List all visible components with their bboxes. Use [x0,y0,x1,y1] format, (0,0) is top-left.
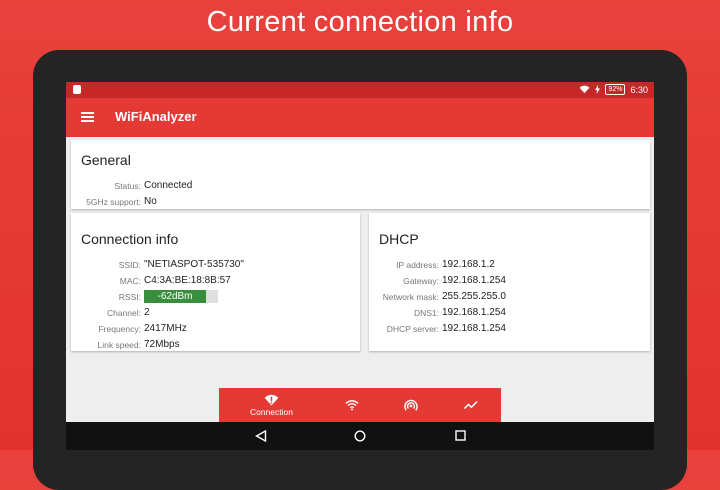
nav-graph[interactable] [456,388,486,422]
dhcp-title: DHCP [379,231,419,247]
channel-label: Channel: [106,308,141,318]
battery-indicator: 92% [605,84,626,95]
general-title: General [81,152,131,168]
nav-access-points[interactable] [396,388,426,422]
hamburger-menu-icon[interactable] [81,112,94,122]
nav-channels[interactable] [337,388,367,422]
app-bar: WiFiAnalyzer [66,98,654,137]
bottom-navigation: Connection [219,388,501,422]
channel-value: 2 [144,307,150,318]
ip-address-label: IP address: [396,260,439,270]
promo-headline: Current connection info [206,6,514,38]
general-card: General Status: Connected 5GHz support: … [71,140,650,209]
status-bar: 92% 6:30 [66,82,654,98]
mac-row: MAC: C4:3A:BE:18:8B:57 [71,275,360,289]
general-status-row: Status: Connected [71,180,650,194]
system-navigation-bar [66,422,654,450]
graph-icon [464,400,478,410]
network-mask-value: 255.255.255.0 [442,291,506,302]
notification-icon [73,85,81,94]
dhcp-server-row: DHCP server: 192.168.1.254 [369,323,650,337]
connection-info-card: Connection info SSID: "NETIASPOT-535730"… [71,213,360,351]
dns1-label: DNS1: [413,308,439,318]
access-point-icon [404,399,418,411]
dns1-row: DNS1: 192.168.1.254 [369,307,650,321]
channel-row: Channel: 2 [71,307,360,321]
dhcp-server-value: 192.168.1.254 [442,323,506,334]
rssi-value: -62dBm [157,291,193,302]
ssid-value: "NETIASPOT-535730" [144,259,244,270]
frequency-row: Frequency: 2417MHz [71,323,360,337]
rssi-row: RSSI: -62dBm [71,290,360,305]
charging-icon [595,85,601,94]
ip-address-row: IP address: 192.168.1.2 [369,259,650,273]
network-mask-row: Network mask: 255.255.255.0 [369,291,650,305]
clock: 6:30 [630,84,648,95]
connection-info-title: Connection info [81,231,179,247]
network-mask-label: Network mask: [382,292,439,302]
status-value: Connected [144,180,193,191]
dhcp-card: DHCP IP address: 192.168.1.2 Gateway: 19… [369,213,650,351]
nav-connection[interactable]: Connection [229,388,314,422]
device-screen: 92% 6:30 WiFiAnalyzer General Status: Co… [66,82,654,422]
dhcp-server-label: DHCP server: [386,324,439,334]
nav-connection-label: Connection [249,407,293,417]
back-icon[interactable] [255,430,267,442]
link-speed-label: Link speed: [97,340,141,350]
ip-address-value: 192.168.1.2 [442,259,495,270]
frequency-label: Frequency: [98,324,141,334]
5ghz-value: No [144,196,157,207]
app-title: WiFiAnalyzer [115,109,197,124]
mac-label: MAC: [119,276,141,286]
recents-icon[interactable] [455,430,466,441]
status-label: Status: [114,181,141,191]
gateway-value: 192.168.1.254 [442,275,506,286]
wifi-info-icon [264,394,279,406]
5ghz-label: 5GHz support: [86,197,141,207]
mac-value: C4:3A:BE:18:8B:57 [144,275,231,286]
dns1-value: 192.168.1.254 [442,307,506,318]
link-speed-value: 72Mbps [144,339,180,350]
ssid-row: SSID: "NETIASPOT-535730" [71,259,360,273]
gateway-label: Gateway: [403,276,439,286]
link-speed-row: Link speed: 72Mbps [71,339,360,353]
rssi-label: RSSI: [118,292,141,302]
wifi-icon [345,400,359,411]
wifi-status-icon [580,85,590,94]
home-icon[interactable] [354,430,366,442]
gateway-row: Gateway: 192.168.1.254 [369,275,650,289]
rssi-signal-bar: -62dBm [144,290,218,303]
frequency-value: 2417MHz [144,323,187,334]
ssid-label: SSID: [118,260,141,270]
general-5ghz-row: 5GHz support: No [71,196,650,210]
